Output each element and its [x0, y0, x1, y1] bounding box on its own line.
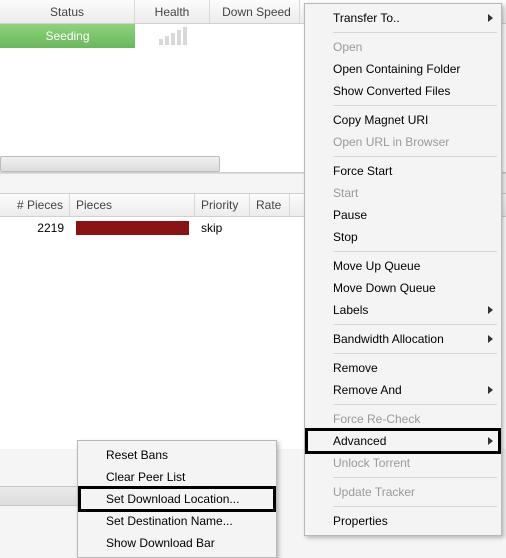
- col-priority[interactable]: Priority: [195, 194, 250, 216]
- menu-open-url: Open URL in Browser: [307, 131, 499, 153]
- menu-advanced[interactable]: Advanced: [307, 430, 499, 452]
- col-status[interactable]: Status: [0, 0, 135, 23]
- col-pieces[interactable]: Pieces: [70, 194, 195, 216]
- cell-priority: skip: [195, 217, 250, 239]
- context-menu-advanced: Reset Bans Clear Peer List Set Download …: [77, 440, 277, 558]
- menu-separator: [333, 105, 497, 106]
- col-num-pieces[interactable]: # Pieces: [0, 194, 70, 216]
- menu-reset-bans[interactable]: Reset Bans: [80, 444, 274, 466]
- menu-set-destination-name[interactable]: Set Destination Name...: [80, 510, 274, 532]
- menu-move-down-queue[interactable]: Move Down Queue: [307, 277, 499, 299]
- cell-pieces: [70, 217, 195, 239]
- menu-stop[interactable]: Stop: [307, 226, 499, 248]
- bottom-bar: [0, 486, 83, 506]
- menu-show-converted-files[interactable]: Show Converted Files: [307, 80, 499, 102]
- menu-transfer-to[interactable]: Transfer To..: [307, 7, 499, 29]
- menu-remove-and[interactable]: Remove And: [307, 379, 499, 401]
- menu-open-containing-folder[interactable]: Open Containing Folder: [307, 58, 499, 80]
- menu-separator: [333, 156, 497, 157]
- chevron-right-icon: [488, 386, 493, 394]
- menu-remove[interactable]: Remove: [307, 357, 499, 379]
- col-down-speed[interactable]: Down Speed: [210, 0, 300, 23]
- menu-separator: [333, 32, 497, 33]
- menu-bandwidth-allocation[interactable]: Bandwidth Allocation: [307, 328, 499, 350]
- cell-rate: [250, 217, 290, 239]
- col-rate[interactable]: Rate: [250, 194, 290, 216]
- menu-separator: [333, 324, 497, 325]
- menu-pause[interactable]: Pause: [307, 204, 499, 226]
- menu-clear-peer-list[interactable]: Clear Peer List: [80, 466, 274, 488]
- menu-labels[interactable]: Labels: [307, 299, 499, 321]
- context-menu-main: Transfer To.. Open Open Containing Folde…: [304, 3, 502, 536]
- menu-copy-magnet-uri[interactable]: Copy Magnet URI: [307, 109, 499, 131]
- menu-force-start[interactable]: Force Start: [307, 160, 499, 182]
- menu-unlock-torrent: Unlock Torrent: [307, 452, 499, 474]
- chevron-right-icon: [488, 335, 493, 343]
- pieces-progress-bar: [76, 221, 189, 235]
- menu-open: Open: [307, 36, 499, 58]
- menu-move-up-queue[interactable]: Move Up Queue: [307, 255, 499, 277]
- menu-separator: [333, 506, 497, 507]
- status-badge: Seeding: [0, 24, 135, 48]
- menu-update-tracker: Update Tracker: [307, 481, 499, 503]
- menu-properties[interactable]: Properties: [307, 510, 499, 532]
- menu-force-recheck: Force Re-Check: [307, 408, 499, 430]
- menu-show-download-bar[interactable]: Show Download Bar: [80, 532, 274, 554]
- menu-separator: [333, 477, 497, 478]
- horizontal-scrollbar[interactable]: [0, 156, 220, 172]
- menu-separator: [333, 251, 497, 252]
- menu-separator: [333, 353, 497, 354]
- chevron-right-icon: [488, 306, 493, 314]
- chevron-right-icon: [488, 14, 493, 22]
- health-bars-icon: [135, 24, 210, 48]
- col-health[interactable]: Health: [135, 0, 210, 23]
- chevron-right-icon: [488, 437, 493, 445]
- menu-start: Start: [307, 182, 499, 204]
- menu-set-download-location[interactable]: Set Download Location...: [80, 488, 274, 510]
- cell-num-pieces: 2219: [0, 217, 70, 239]
- menu-separator: [333, 404, 497, 405]
